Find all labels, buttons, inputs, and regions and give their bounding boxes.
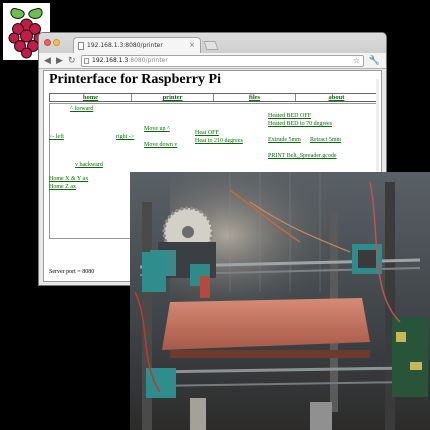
nav-about[interactable]: about xyxy=(296,94,377,101)
page-icon xyxy=(84,58,89,64)
nav-printer[interactable]: printer xyxy=(132,94,214,101)
tab-title: 192.168.1.3:8080/printer xyxy=(87,42,163,49)
heated-bed-70-link[interactable]: Heated BED to 70 degrees xyxy=(268,121,332,128)
reload-icon[interactable]: ↻ xyxy=(68,55,76,66)
back-arrow-icon[interactable]: ◀ xyxy=(44,55,51,66)
home-z-link[interactable]: Home Z ax xyxy=(49,184,76,191)
printer-photo xyxy=(130,172,430,430)
extrude-link[interactable]: Extrude 5mm xyxy=(268,137,301,144)
home-xy-link[interactable]: Home X & Y ax xyxy=(49,176,88,183)
star-icon[interactable]: ☆ xyxy=(353,56,360,66)
move-down-link[interactable]: Move down v xyxy=(144,142,177,149)
heat-210-link[interactable]: Heat to 210 degrees xyxy=(195,138,243,145)
new-tab-button[interactable] xyxy=(203,41,219,50)
address-bar[interactable]: 192.168.1.3:8080/printer ☆ xyxy=(81,55,364,67)
tab-close-icon[interactable]: × xyxy=(189,38,195,53)
print-file-link[interactable]: PRINT Belt_Spreader.gcode xyxy=(268,153,337,160)
tab-strip: 192.168.1.3:8080/printer × xyxy=(39,33,386,53)
move-up-link[interactable]: Move up ^ xyxy=(144,126,170,133)
url-path: :8080/printer xyxy=(128,57,168,64)
minimize-window-icon[interactable] xyxy=(53,39,60,46)
forward-link[interactable]: ^ forward xyxy=(70,106,93,113)
page-icon xyxy=(78,42,84,50)
nav-table: home printer files about xyxy=(49,93,378,102)
wrench-icon[interactable]: 🔧 xyxy=(369,55,380,66)
retract-link[interactable]: Retract 5mm xyxy=(310,137,341,144)
nav-home[interactable]: home xyxy=(50,94,132,101)
forward-arrow-icon[interactable]: ▶ xyxy=(56,55,63,66)
server-port-text: Server port = 8080 xyxy=(49,269,95,275)
page-title: Printerface for Raspberry Pi xyxy=(49,72,221,87)
right-link[interactable]: right -> xyxy=(116,134,134,141)
browser-toolbar: ◀ ▶ ↻ 192.168.1.3:8080/printer ☆ 🔧 xyxy=(39,53,386,69)
nav-files[interactable]: files xyxy=(214,94,296,101)
3d-printer-photo-illustration xyxy=(130,172,430,430)
browser-tab[interactable]: 192.168.1.3:8080/printer × xyxy=(73,37,201,53)
url-host: 192.168.1.3 xyxy=(92,57,129,64)
close-window-icon[interactable] xyxy=(44,39,51,46)
heated-bed-off-link[interactable]: Heated BED OFF xyxy=(268,113,311,120)
backward-link[interactable]: v backward xyxy=(75,162,103,169)
left-link[interactable]: <- left xyxy=(49,134,64,141)
heat-off-link[interactable]: Heat OFF xyxy=(195,130,219,137)
